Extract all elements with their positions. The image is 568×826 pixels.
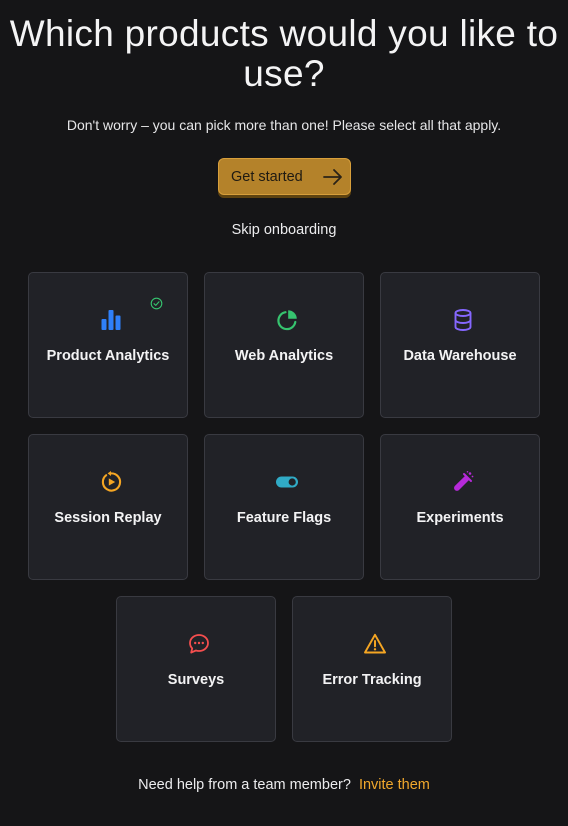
product-card-feature-flags[interactable]: Feature Flags xyxy=(204,434,364,580)
pie-chart-icon xyxy=(277,310,297,331)
bar-chart-icon xyxy=(101,310,121,330)
product-card-surveys[interactable]: Surveys xyxy=(116,596,276,742)
replay-icon xyxy=(101,471,122,492)
chat-bubble-icon xyxy=(189,634,209,654)
flask-icon xyxy=(454,471,474,491)
arrow-right-icon xyxy=(323,169,342,185)
check-circle-icon xyxy=(150,297,163,310)
page-subtitle: Don't worry – you can pick more than one… xyxy=(66,117,502,133)
product-card-web-analytics[interactable]: Web Analytics xyxy=(204,272,364,418)
invite-link[interactable]: Invite them xyxy=(359,777,430,793)
onboarding-page: Which products would you like to use? Do… xyxy=(0,0,568,826)
page-title: Which products would you like to use? xyxy=(9,13,559,94)
get-started-button[interactable]: Get started xyxy=(218,158,351,195)
product-card-data-warehouse[interactable]: Data Warehouse xyxy=(380,272,540,418)
product-label: Data Warehouse xyxy=(403,348,517,364)
product-card-experiments[interactable]: Experiments xyxy=(380,434,540,580)
skip-onboarding-link[interactable]: Skip onboarding xyxy=(0,221,568,239)
product-label: Feature Flags xyxy=(236,510,332,526)
help-footer: Need help from a team member? Invite the… xyxy=(0,776,568,794)
product-card-session-replay[interactable]: Session Replay xyxy=(28,434,188,580)
product-label: Error Tracking xyxy=(322,672,422,688)
product-label: Session Replay xyxy=(54,510,162,526)
database-icon xyxy=(454,309,472,331)
product-label: Surveys xyxy=(167,672,225,688)
warning-icon xyxy=(364,633,386,654)
product-label: Product Analytics xyxy=(46,348,170,364)
product-label: Experiments xyxy=(416,510,504,526)
product-card-product-analytics[interactable]: Product Analytics xyxy=(28,272,188,418)
product-card-error-tracking[interactable]: Error Tracking xyxy=(292,596,452,742)
help-text: Need help from a team member? xyxy=(138,777,351,793)
get-started-label: Get started xyxy=(231,168,303,185)
toggle-icon xyxy=(276,476,298,488)
product-label: Web Analytics xyxy=(234,348,334,364)
